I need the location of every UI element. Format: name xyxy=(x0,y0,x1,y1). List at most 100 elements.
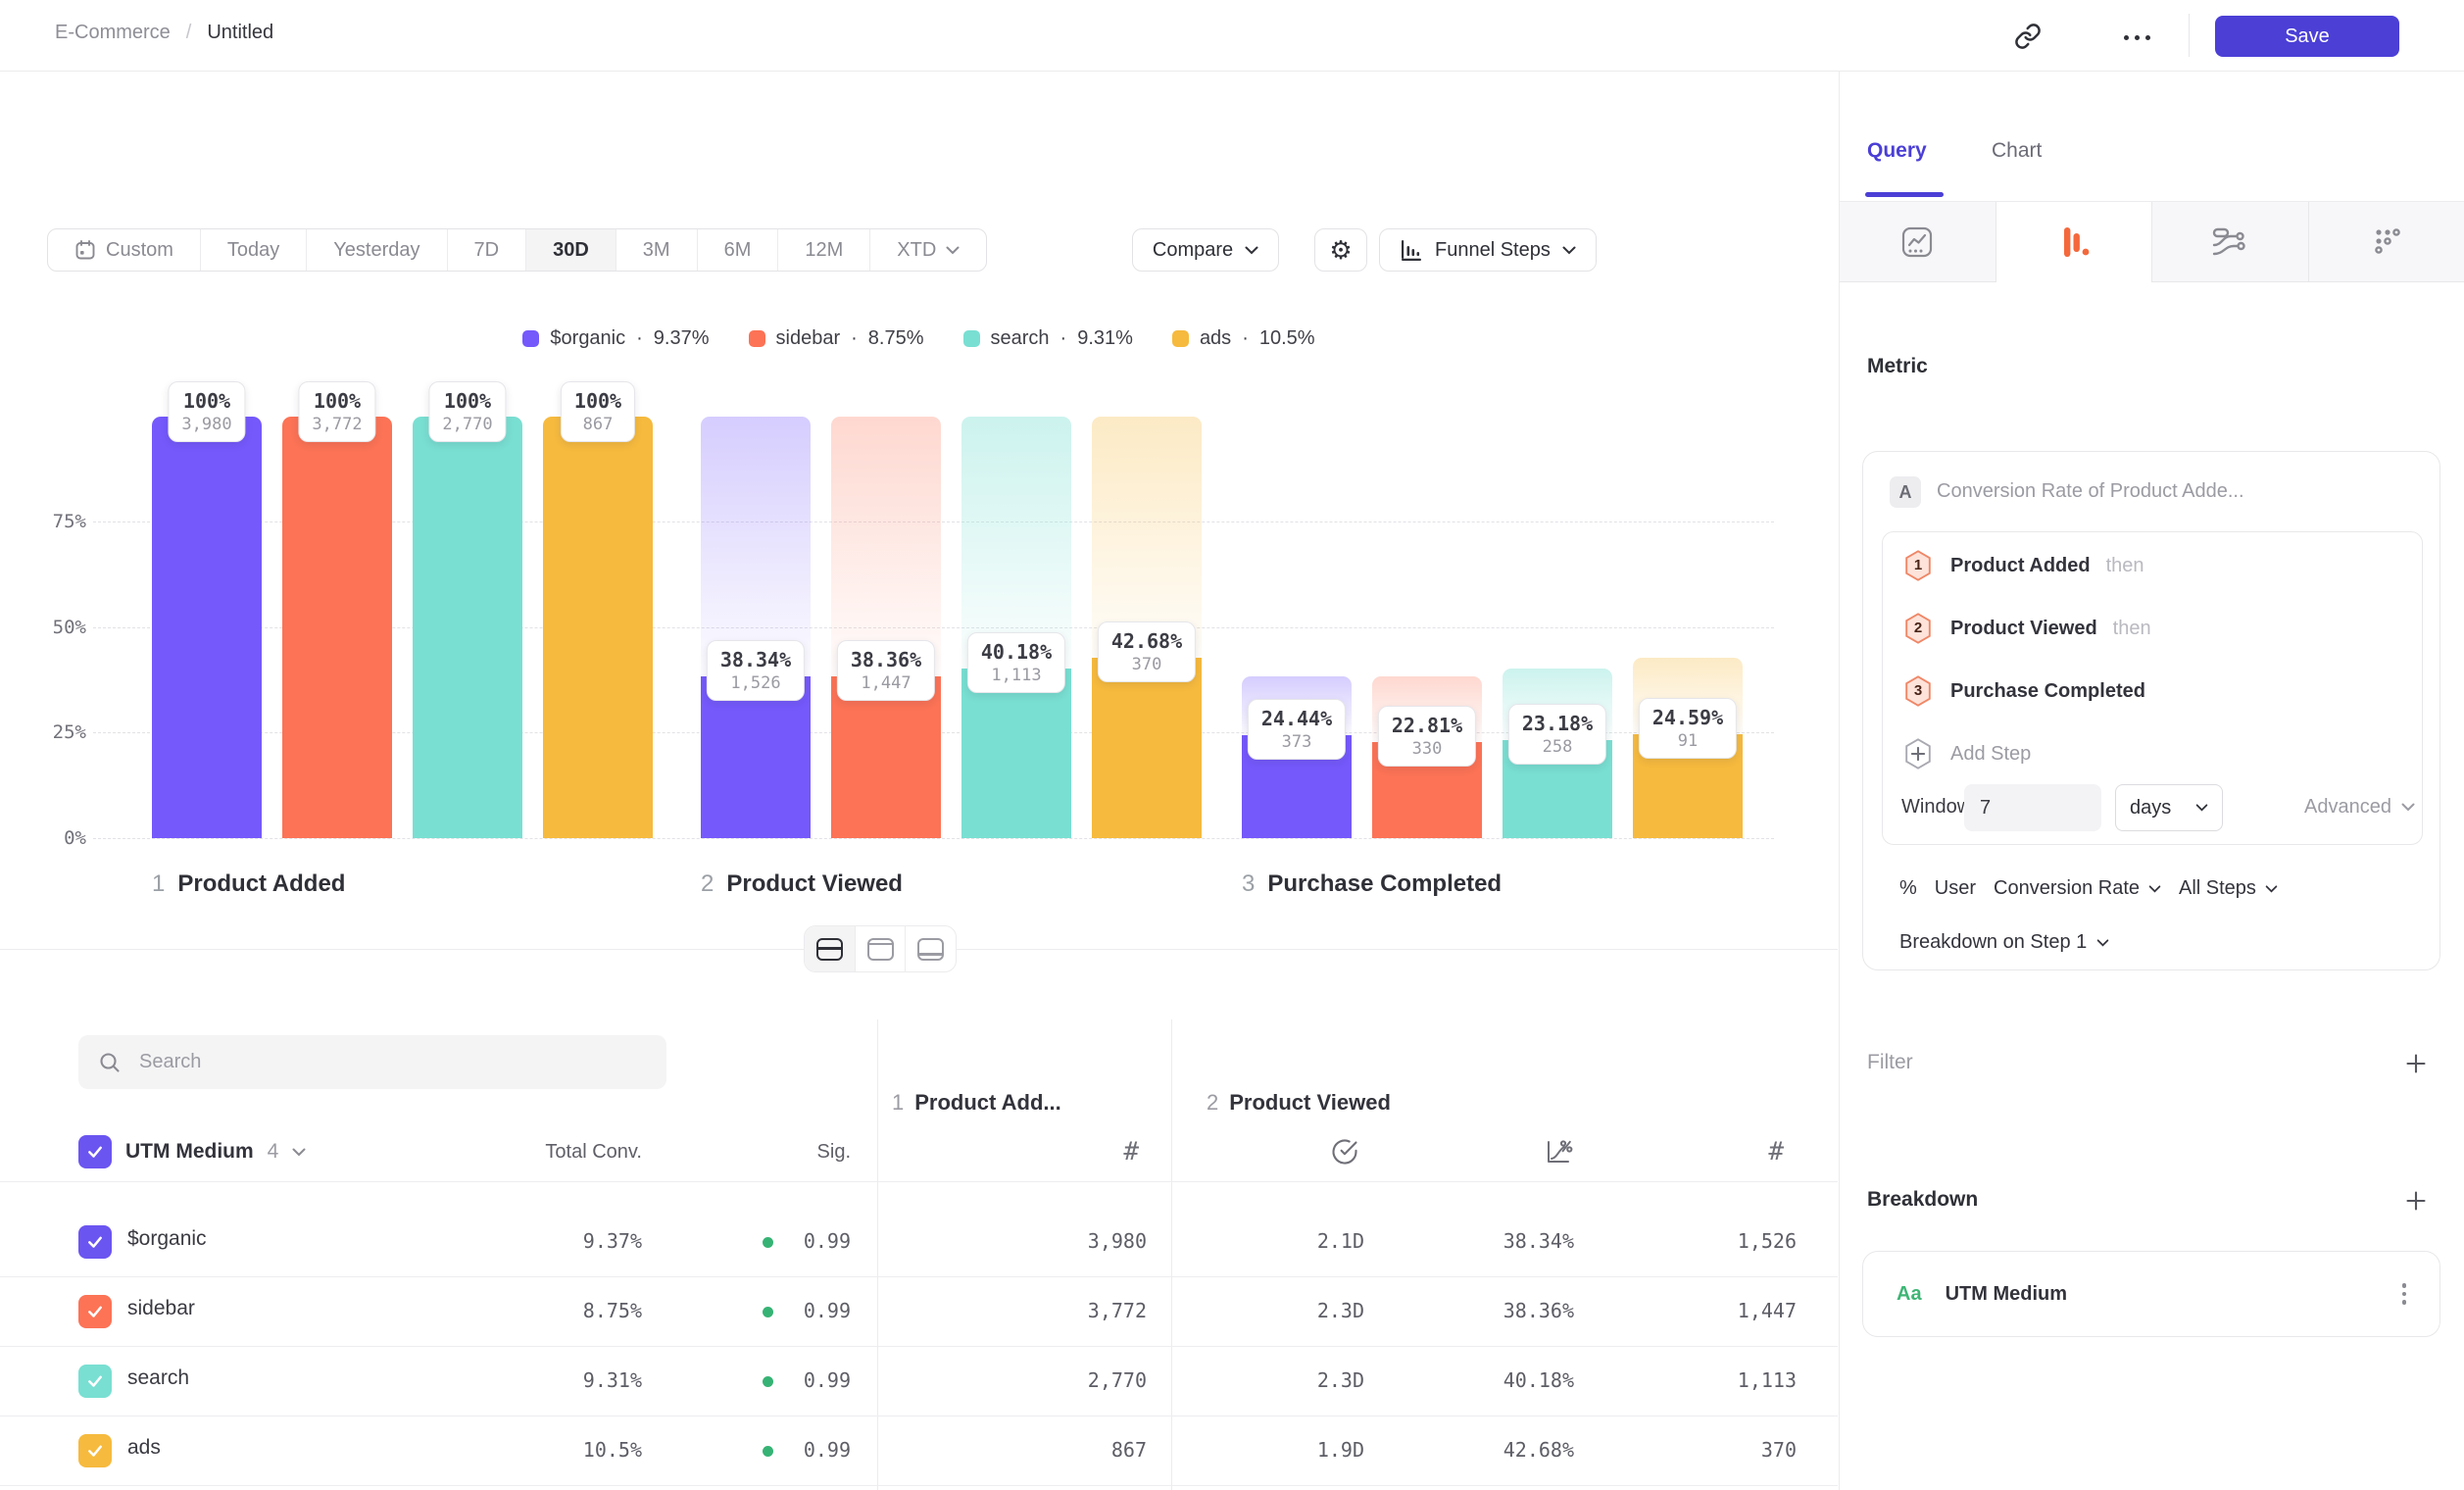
chevron-down-icon xyxy=(1245,246,1258,255)
save-button[interactable]: Save xyxy=(2215,16,2399,57)
total-conv-column-header[interactable]: Total Conv. xyxy=(446,1141,642,1164)
legend-item-organic[interactable]: $organic · 9.37% xyxy=(522,327,709,350)
add-step-button[interactable]: Add Step xyxy=(1901,737,2031,770)
table-row[interactable]: sidebar 8.75% 0.99 3,772 2.3D 38.36% 1,4… xyxy=(0,1277,1838,1347)
date-range-12m[interactable]: 12M xyxy=(777,229,869,271)
measure-prefix: % xyxy=(1899,877,1917,900)
kebab-menu-icon[interactable] xyxy=(2402,1283,2407,1305)
legend-item-search[interactable]: search · 9.31% xyxy=(963,327,1133,350)
insights-tab[interactable] xyxy=(1840,202,1996,282)
series-letter-badge: A xyxy=(1890,476,1921,508)
layout-split-button[interactable] xyxy=(805,926,855,971)
step1-count: 867 xyxy=(980,1438,1147,1462)
breakdown-section-title: Breakdown xyxy=(1867,1188,1978,1212)
date-range-30d[interactable]: 30D xyxy=(525,229,616,271)
table-row[interactable]: $organic 9.37% 0.99 3,980 2.1D 38.34% 1,… xyxy=(0,1208,1838,1277)
legend-item-sidebar[interactable]: sidebar · 8.75% xyxy=(749,327,924,350)
step1-count: 2,770 xyxy=(980,1368,1147,1392)
measure-row: % User Conversion Rate All Steps xyxy=(1899,877,2278,900)
breakdown-column-label[interactable]: UTM Medium xyxy=(125,1140,254,1164)
measure-steps-select[interactable]: All Steps xyxy=(2179,877,2278,900)
row-label: ads xyxy=(127,1436,161,1460)
sig-value: 0.99 xyxy=(753,1368,851,1392)
funnel-step-3[interactable]: 3 Purchase Completed xyxy=(1901,674,2161,708)
bar-value-label: 38.36%1,447 xyxy=(837,640,935,701)
tab-chart[interactable]: Chart xyxy=(1992,139,2042,163)
date-range-3m[interactable]: 3M xyxy=(616,229,697,271)
row-checkbox[interactable] xyxy=(78,1434,112,1467)
table-row[interactable]: ads 10.5% 0.99 867 1.9D 42.68% 370 xyxy=(0,1416,1838,1486)
funnel-step-2[interactable]: 2 Product Viewed then xyxy=(1901,612,2151,645)
tab-query[interactable]: Query xyxy=(1867,139,1927,163)
row-checkbox[interactable] xyxy=(78,1295,112,1328)
retention-tab[interactable] xyxy=(2308,202,2464,282)
plus-icon xyxy=(2404,1052,2428,1075)
window-label: Window xyxy=(1901,796,1971,819)
step-number-badge: 3 xyxy=(1901,674,1935,708)
measure-user[interactable]: User xyxy=(1935,877,1976,900)
breadcrumb-separator: / xyxy=(186,22,192,44)
chevron-down-icon xyxy=(946,246,960,255)
breakdown-item[interactable]: Aa UTM Medium xyxy=(1862,1251,2440,1337)
measure-metric-select[interactable]: Conversion Rate xyxy=(1994,877,2161,900)
add-filter-button[interactable] xyxy=(2403,1051,2429,1076)
metric-name[interactable]: Conversion Rate of Product Adde... xyxy=(1937,480,2244,503)
row-checkbox[interactable] xyxy=(78,1365,112,1398)
active-tab-underline xyxy=(1865,192,1944,197)
date-range-custom[interactable]: Custom xyxy=(48,229,200,271)
chevron-down-icon xyxy=(2195,804,2208,812)
funnel-bar-step2-ads[interactable] xyxy=(1092,658,1202,838)
table-step1-header: 1Product Add... xyxy=(892,1090,1061,1116)
date-range-today[interactable]: Today xyxy=(200,229,306,271)
select-all-checkbox[interactable] xyxy=(78,1135,112,1168)
row-label: sidebar xyxy=(127,1297,195,1320)
funnel-step-1[interactable]: 1 Product Added then xyxy=(1901,549,2144,582)
step-label-2: 2Product Viewed xyxy=(701,870,903,898)
search-icon xyxy=(98,1051,122,1074)
chart-legend: $organic · 9.37% sidebar · 8.75% search … xyxy=(0,327,1838,350)
advanced-toggle[interactable]: Advanced xyxy=(2254,796,2415,819)
chart-settings-button[interactable]: ⚙ xyxy=(1314,228,1367,272)
search-input[interactable] xyxy=(139,1051,610,1073)
avg-time: 2.3D xyxy=(1225,1368,1364,1392)
breakdown-on-step-select[interactable]: Breakdown on Step 1 xyxy=(1899,931,2109,954)
date-range-6m[interactable]: 6M xyxy=(697,229,778,271)
chart-type-button[interactable]: Funnel Steps xyxy=(1379,228,1597,272)
layout-chart-only-button[interactable] xyxy=(855,926,906,971)
bar-value-label: 22.81%330 xyxy=(1378,706,1476,767)
date-range-yesterday[interactable]: Yesterday xyxy=(306,229,446,271)
date-range-xtd[interactable]: XTD xyxy=(869,229,986,271)
legend-item-ads[interactable]: ads · 10.5% xyxy=(1172,327,1315,350)
funnel-bar-step2-search[interactable] xyxy=(961,669,1071,838)
y-tick-0: 0% xyxy=(25,827,86,849)
bottom-panel-icon xyxy=(917,938,944,961)
flows-tab[interactable] xyxy=(2151,202,2308,282)
report-title[interactable]: Untitled xyxy=(207,22,273,44)
layout-table-only-button[interactable] xyxy=(905,926,956,971)
funnel-bar-step1-sidebar[interactable] xyxy=(282,417,392,838)
legend-swatch xyxy=(1172,330,1189,347)
chevron-down-icon[interactable] xyxy=(292,1148,306,1157)
funnel-bar-step1-ads[interactable] xyxy=(543,417,653,838)
table-row[interactable]: search 9.31% 0.99 2,770 2.3D 40.18% 1,11… xyxy=(0,1347,1838,1416)
more-menu-button[interactable] xyxy=(2117,25,2156,49)
breadcrumb-project[interactable]: E-Commerce xyxy=(55,22,171,44)
link-icon xyxy=(2014,23,2042,50)
funnel-bar-step1-organic[interactable] xyxy=(152,417,262,838)
window-value-input[interactable] xyxy=(1964,784,2101,831)
window-unit-select[interactable]: days xyxy=(2115,784,2223,831)
date-range-7d[interactable]: 7D xyxy=(447,229,526,271)
row-checkbox[interactable] xyxy=(78,1225,112,1259)
insights-icon xyxy=(1899,224,1935,260)
avg-time: 1.9D xyxy=(1225,1438,1364,1462)
funnel-bar-step1-search[interactable] xyxy=(413,417,522,838)
add-breakdown-button[interactable] xyxy=(2403,1188,2429,1214)
row-label: $organic xyxy=(127,1227,207,1251)
bar-value-label: 100%2,770 xyxy=(428,381,506,442)
sig-column-header[interactable]: Sig. xyxy=(753,1141,851,1164)
copy-link-button[interactable] xyxy=(2011,22,2045,51)
table-search xyxy=(78,1035,666,1089)
layout-toggle xyxy=(804,925,957,972)
compare-button[interactable]: Compare xyxy=(1132,228,1279,272)
funnels-tab[interactable] xyxy=(1996,202,2152,282)
